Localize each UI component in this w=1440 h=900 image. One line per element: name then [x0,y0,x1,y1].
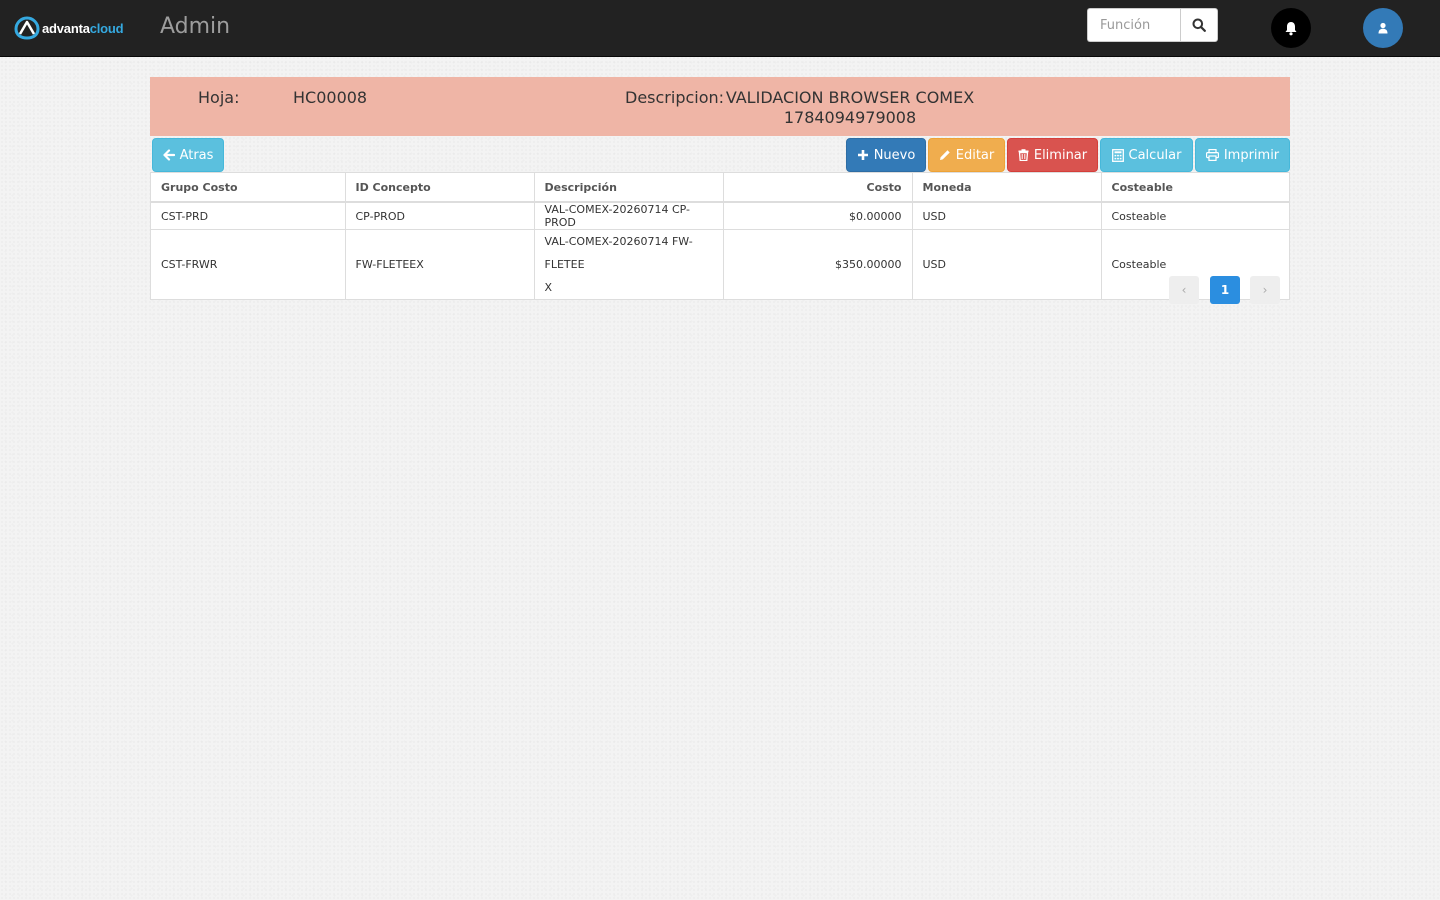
descripcion-label: Descripcion: [625,88,725,107]
table-row[interactable]: CST-FRWR FW-FLETEEX VAL-COMEX-20260714 F… [151,229,1289,299]
column-header-moneda[interactable]: Moneda [911,173,1102,203]
hoja-value: HC00008 [293,88,368,107]
printer-icon [1205,149,1219,161]
edit-button-label: Editar [955,147,995,163]
search-button[interactable] [1180,8,1218,42]
pagination-prev-button[interactable]: ‹ [1169,276,1199,304]
new-button-label: Nuevo [873,147,916,163]
cell-grupo-costo: CST-FRWR [151,229,346,299]
cell-descripcion: VAL-COMEX-20260714 FW-FLETEE X [533,229,724,299]
user-menu-button[interactable] [1363,8,1403,48]
calculator-icon [1111,148,1124,162]
pencil-icon [939,150,950,160]
column-header-grupo-costo[interactable]: Grupo Costo [151,173,346,203]
arrow-left-icon [162,149,175,161]
cell-costeable: Costeable [1100,201,1289,230]
new-button[interactable]: Nuevo [846,138,926,172]
table-row[interactable]: CST-PRD CP-PROD VAL-COMEX-20260714 CP-PR… [151,201,1289,230]
column-header-descripcion[interactable]: Descripción [533,173,724,203]
navbar: advantacloud Admin [0,0,1440,57]
cell-costo: $350.00000 [722,229,913,299]
user-icon [1378,22,1388,34]
cost-concepts-table: Grupo Costo ID Concepto Descripción Cost… [150,172,1290,300]
print-button-label: Imprimir [1223,147,1280,163]
cell-descripcion-line1: VAL-COMEX-20260714 FW-FLETEE [544,235,693,271]
column-header-costeable[interactable]: Costeable [1100,173,1289,203]
descripcion-value-line1: VALIDACION BROWSER COMEX [725,88,975,107]
descripcion-value-line2: 1784094979008 [783,108,917,127]
back-button-label: Atras [179,147,214,163]
hoja-label: Hoja: [198,88,240,107]
search-icon [1192,18,1206,32]
descripcion-value: VALIDACION BROWSER COMEX 1784094979008 [720,88,980,128]
calculate-button[interactable]: Calcular [1100,138,1193,172]
bell-icon [1285,21,1297,35]
notifications-button[interactable] [1271,8,1311,48]
cell-id-concepto: FW-FLETEEX [344,229,535,299]
app-title: Admin [160,14,231,39]
cell-descripcion: VAL-COMEX-20260714 CP-PROD [533,201,724,230]
delete-button[interactable]: Eliminar [1007,138,1098,172]
back-button[interactable]: Atras [152,138,224,172]
cloud-logo-icon [14,16,40,40]
cell-costo: $0.00000 [722,201,913,230]
pagination-page-1[interactable]: 1 [1210,276,1240,304]
print-button[interactable]: Imprimir [1195,138,1290,172]
pagination-next-button[interactable]: › [1250,276,1280,304]
edit-button[interactable]: Editar [928,138,1005,172]
delete-button-label: Eliminar [1033,147,1088,163]
calculate-button-label: Calcular [1128,147,1182,163]
cell-moneda: USD [911,229,1102,299]
trash-icon [1018,149,1029,161]
search-form [1087,8,1218,42]
cell-id-concepto: CP-PROD [344,201,535,230]
function-search-input[interactable] [1087,8,1180,42]
plus-icon [857,150,868,160]
column-header-costo[interactable]: Costo [722,173,913,203]
logo[interactable]: advantacloud [14,15,124,41]
cell-moneda: USD [911,201,1102,230]
logo-text: advantacloud [42,20,124,36]
table-header-row: Grupo Costo ID Concepto Descripción Cost… [151,173,1289,203]
cell-grupo-costo: CST-PRD [151,201,346,230]
column-header-id-concepto[interactable]: ID Concepto [344,173,535,203]
sheet-header: Hoja: HC00008 Descripcion: VALIDACION BR… [150,77,1290,136]
cell-descripcion-line2: X [544,281,553,294]
